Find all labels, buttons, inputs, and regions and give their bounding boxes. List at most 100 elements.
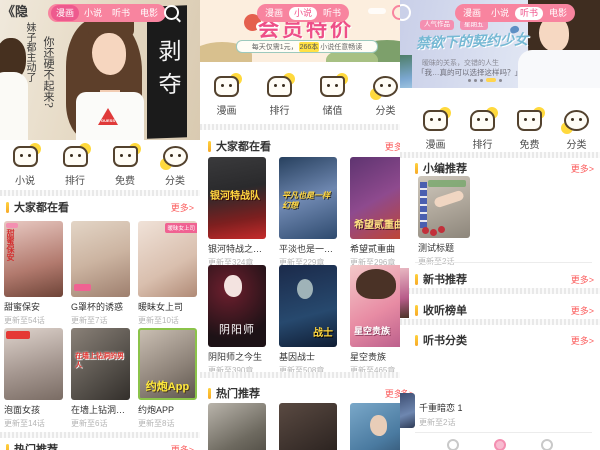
tab-audiobook[interactable]: 听书 bbox=[318, 5, 346, 21]
novel-cover: 平凡也是一样幻想 bbox=[279, 157, 337, 239]
menu-item-rank[interactable]: 排行 bbox=[54, 143, 96, 187]
section-title: 新书推荐 bbox=[423, 274, 467, 286]
menu-item-rank[interactable]: 排行 bbox=[259, 73, 301, 117]
more-link[interactable]: 更多> bbox=[171, 201, 194, 214]
section-listening-chart: 收听榜单 更多> bbox=[400, 302, 600, 318]
menu-item-novel[interactable]: 小说 bbox=[4, 143, 46, 187]
novel-cover[interactable] bbox=[279, 403, 337, 450]
more-link[interactable]: 更多> bbox=[571, 273, 594, 286]
audiobook-list-item[interactable]: 千重暗恋 1 更新至2话 bbox=[419, 401, 463, 428]
section-everyone-watching: 大家都在看 更多> bbox=[200, 138, 400, 154]
more-link[interactable]: 更多> bbox=[385, 140, 400, 153]
section-accent-bar bbox=[208, 387, 211, 399]
divider bbox=[400, 152, 600, 158]
novel-card[interactable]: 银河特战队 银河特战之规则 更新至324章 bbox=[208, 157, 266, 268]
more-link[interactable]: 更多> bbox=[171, 443, 194, 450]
comic-card[interactable]: 约炮App 约炮APP 更新至8话 bbox=[138, 328, 197, 429]
menu-item-comic[interactable]: 漫画 bbox=[206, 73, 248, 117]
tab-movie[interactable]: 电影 bbox=[544, 5, 572, 21]
comic-card-row: 甜蜜保安 甜蜜保安 更新至54话 G罩杯的诱惑 更新至7话 暖昧女上司 暖昧女上… bbox=[4, 221, 197, 326]
comic-icon bbox=[214, 73, 242, 97]
tab-novel[interactable]: 小说 bbox=[486, 5, 514, 21]
section-audiobook-category: 听书分类 更多> bbox=[400, 332, 600, 348]
section-title: 热门推荐 bbox=[216, 388, 260, 400]
novel-cover: 星空贵族 bbox=[350, 265, 400, 347]
divider bbox=[0, 190, 200, 196]
menu-item-category[interactable]: 分类 bbox=[154, 144, 196, 187]
tab-comic[interactable]: 漫画 bbox=[51, 5, 80, 21]
comic-icon bbox=[423, 107, 451, 131]
menu-item-category[interactable]: 分类 bbox=[556, 108, 598, 151]
menu-item-recharge[interactable]: 储值 bbox=[312, 73, 354, 117]
comic-card[interactable]: 泡面女孩 更新至14话 bbox=[4, 328, 63, 429]
tab-bar-icon[interactable] bbox=[447, 439, 460, 450]
tab-bar-icon[interactable] bbox=[493, 439, 506, 450]
comic-card[interactable]: 甜蜜保安 甜蜜保安 更新至54话 bbox=[4, 221, 63, 326]
banner-dark-panel: 剥夺 bbox=[147, 5, 187, 139]
novel-card[interactable]: 星空贵族 星空贵族 更新至465章 bbox=[350, 265, 400, 376]
menu-item-free[interactable]: 免费 bbox=[509, 107, 551, 151]
section-accent-bar bbox=[415, 273, 418, 285]
tab-audiobook[interactable]: 听书 bbox=[107, 5, 135, 21]
novel-cover: 战士 bbox=[279, 265, 337, 347]
novel-card[interactable]: 战士 基因战士 更新至508章 bbox=[279, 265, 337, 376]
menu-item-free[interactable]: 免费 bbox=[104, 143, 146, 187]
novel-card[interactable]: 平凡也是一样幻想 平淡也是一样幻... 更新至229章 bbox=[279, 157, 337, 268]
search-icon[interactable] bbox=[164, 5, 181, 23]
tab-movie[interactable]: 电影 bbox=[135, 5, 163, 21]
comic-card[interactable]: 暖昧女上司 暖昧女上司 更新至10话 bbox=[138, 221, 197, 326]
search-icon[interactable] bbox=[392, 5, 400, 20]
comic-card[interactable]: G罩杯的诱惑 更新至7话 bbox=[71, 221, 130, 326]
category-icon bbox=[561, 110, 589, 134]
quick-menu: 小说 排行 免费 分类 bbox=[0, 143, 200, 187]
cover-vertical-text-strip bbox=[420, 182, 427, 228]
novel-cover: 银河特战队 bbox=[208, 157, 266, 239]
novel-card[interactable]: 希望贰重曲 希望贰重曲 更新至296章 bbox=[350, 157, 400, 268]
more-link[interactable]: 更多> bbox=[571, 334, 594, 347]
comic-card[interactable]: 在墙上钻洞的男人 在墙上钻洞的男... 更新至6话 bbox=[71, 328, 130, 429]
top-nav: 漫画 小说 听书 电影 bbox=[48, 4, 167, 22]
free-icon bbox=[517, 107, 545, 131]
tab-novel[interactable]: 小说 bbox=[79, 5, 107, 21]
section-new-books: 新书推荐 更多> bbox=[400, 271, 600, 287]
editor-recommend-card[interactable]: 测试标题 更新至2话 bbox=[418, 176, 470, 267]
banner-subtitle-2: 「我…真的可以选择这样吗？」 bbox=[417, 68, 522, 77]
divider bbox=[200, 372, 400, 378]
novel-card-row: 银河特战队 银河特战之规则 更新至324章 平凡也是一样幻想 平淡也是一样幻..… bbox=[208, 157, 400, 268]
tab-novel[interactable]: 小说 bbox=[289, 6, 318, 20]
tab-comic[interactable]: 漫画 bbox=[458, 5, 486, 21]
novel-cover[interactable] bbox=[208, 403, 266, 450]
menu-item-category[interactable]: 分类 bbox=[365, 74, 401, 117]
more-link[interactable]: 更多> bbox=[385, 387, 400, 400]
novel-card-row: 阴阳师 阴阳师之今生 更新至390章 战士 基因战士 更新至508章 星空贵族 … bbox=[208, 265, 400, 376]
comic-card-row: 泡面女孩 更新至14话 在墙上钻洞的男人 在墙上钻洞的男... 更新至6话 约炮… bbox=[4, 328, 197, 429]
novel-card[interactable]: 阴阳师 阴阳师之今生 更新至390章 bbox=[208, 265, 266, 376]
screen-audiobook-home: 人气作品 星期五 禁欲下的契约少女 暧昧的关系，交错的人生 「我…真的可以选择这… bbox=[400, 0, 600, 450]
category-icon bbox=[159, 146, 188, 170]
menu-item-comic[interactable]: 漫画 bbox=[415, 107, 457, 151]
novel-cover: 希望贰重曲 bbox=[350, 157, 400, 239]
section-accent-bar bbox=[415, 304, 418, 316]
hot-recommend-row bbox=[208, 403, 400, 450]
section-accent-bar bbox=[208, 140, 211, 152]
more-link[interactable]: 更多> bbox=[571, 162, 594, 175]
carousel-dots[interactable] bbox=[400, 78, 570, 82]
section-title: 热门推荐 bbox=[14, 444, 58, 450]
banner-dark-panel-text: 剥夺 bbox=[154, 38, 180, 106]
comic-cover: 暖昧女上司 bbox=[138, 221, 197, 297]
top-nav: 漫画 小说 听书 电影 bbox=[455, 4, 576, 22]
more-link[interactable]: 更多> bbox=[571, 304, 594, 317]
quick-menu: 漫画 排行 储值 分类 bbox=[200, 73, 401, 117]
carousel-dot-active bbox=[486, 78, 496, 82]
app-screens-strip: 《隐 妹子都主动了 你还硬不起来? GUESS 剥夺 漫画 小说 听书 电影 小… bbox=[0, 0, 600, 450]
cover-roses bbox=[422, 227, 429, 234]
banner-girl-face bbox=[92, 33, 126, 75]
novel-cover[interactable] bbox=[350, 403, 400, 450]
tab-comic[interactable]: 漫画 bbox=[260, 5, 288, 21]
section-editor-recommend: 小编推荐 更多> bbox=[400, 160, 600, 176]
menu-item-rank[interactable]: 排行 bbox=[462, 107, 504, 151]
banner-caption-vertical-1: 妹子都主动了 bbox=[24, 22, 35, 82]
tab-bar-icon[interactable] bbox=[540, 439, 553, 450]
tab-audiobook[interactable]: 听书 bbox=[515, 6, 544, 20]
section-title: 小编推荐 bbox=[423, 163, 467, 175]
